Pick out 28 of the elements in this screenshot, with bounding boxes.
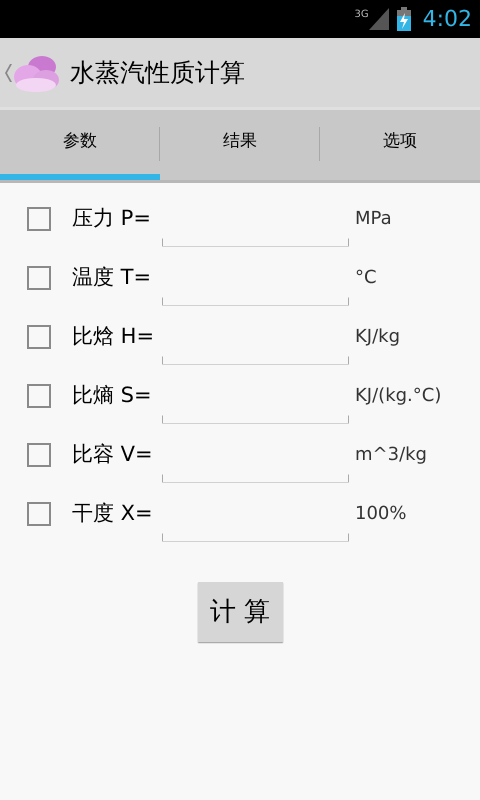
checkbox[interactable]	[27, 206, 51, 230]
network-label: 3G	[354, 10, 369, 20]
signal-icon	[368, 8, 389, 30]
clock: 4:02	[422, 6, 472, 34]
field-label: 比熵 S=	[72, 382, 153, 409]
unit-label: KJ/(kg.°C)	[355, 384, 442, 408]
caret-icon	[4, 64, 12, 82]
field-label: 压力 P=	[72, 204, 152, 232]
tab[interactable]: 选项	[320, 110, 480, 180]
unit-label: 100%	[355, 502, 408, 526]
unit-label: m^3/kg	[355, 442, 428, 466]
field-label: 比焓 H=	[72, 322, 156, 350]
checkbox[interactable]	[27, 502, 51, 526]
tab[interactable]: 结果	[160, 110, 320, 180]
field-label: 比容 V=	[72, 440, 154, 468]
field-label: 温度 T=	[72, 264, 152, 291]
app-title: 水蒸汽性质计算	[70, 56, 245, 89]
checkbox[interactable]	[27, 324, 51, 348]
checkbox[interactable]	[27, 266, 51, 290]
calculate-button[interactable]: 计 算	[198, 582, 282, 642]
unit-label: MPa	[355, 206, 393, 230]
unit-label: KJ/kg	[355, 324, 402, 348]
unit-label: °C	[355, 266, 378, 290]
checkbox[interactable]	[27, 442, 51, 466]
field-label: 干度 X=	[72, 500, 154, 527]
battery-icon	[396, 7, 411, 31]
checkbox[interactable]	[27, 384, 51, 408]
tab[interactable]: 参数	[0, 110, 160, 180]
